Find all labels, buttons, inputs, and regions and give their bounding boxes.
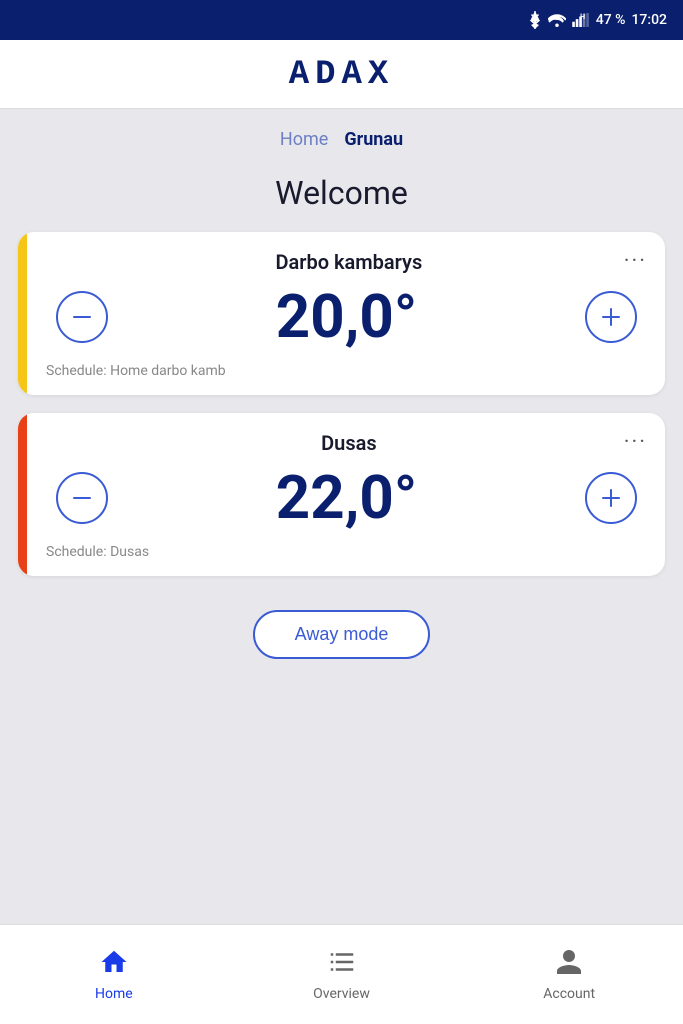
card-2-indicator xyxy=(18,413,27,576)
card-2-controls: 22,0° xyxy=(46,465,647,531)
status-icons: H 47 % 17:02 xyxy=(528,11,667,29)
nav-item-account[interactable]: Account xyxy=(455,947,683,1002)
nav-home-label: Home xyxy=(95,986,133,1002)
card-1-schedule: Schedule: Home darbo kamb xyxy=(46,363,226,379)
status-bar: H 47 % 17:02 xyxy=(0,0,683,40)
card-2-title: Dusas xyxy=(74,431,624,455)
card-2-menu[interactable]: ··· xyxy=(624,432,647,454)
bluetooth-icon xyxy=(528,11,542,29)
breadcrumb: Home Grunau xyxy=(0,109,683,160)
bottom-nav: Home Overview Account xyxy=(0,924,683,1024)
card-2-header: Dusas ··· xyxy=(46,431,647,455)
signal-icon: H xyxy=(572,13,590,27)
time-display: 17:02 xyxy=(631,12,667,28)
card-2-increase-button[interactable] xyxy=(585,472,637,524)
card-2-content: Dusas ··· 22,0° xyxy=(36,431,647,560)
account-icon xyxy=(554,947,584,982)
card-1-header: Darbo kambarys ··· xyxy=(46,250,647,274)
card-1-controls: 20,0° xyxy=(46,284,647,350)
minus-icon xyxy=(70,305,94,329)
device-card-2: Dusas ··· 22,0° xyxy=(18,413,665,576)
plus-icon xyxy=(599,486,623,510)
card-1-temperature: 20,0° xyxy=(276,284,417,350)
card-1-decrease-button[interactable] xyxy=(56,291,108,343)
card-2-schedule: Schedule: Dusas xyxy=(46,544,149,560)
away-mode-container: Away mode xyxy=(0,594,683,669)
main-content: Home Grunau Welcome Darbo kambarys ··· xyxy=(0,109,683,1024)
card-1-menu[interactable]: ··· xyxy=(624,251,647,273)
svg-text:H: H xyxy=(580,13,585,21)
device-card-1: Darbo kambarys ··· 20,0° xyxy=(18,232,665,395)
card-1-content: Darbo kambarys ··· 20,0° xyxy=(36,250,647,379)
device-cards-container: Darbo kambarys ··· 20,0° xyxy=(0,232,683,576)
welcome-title: Welcome xyxy=(0,160,683,232)
plus-icon xyxy=(599,305,623,329)
nav-account-label: Account xyxy=(543,986,595,1002)
card-1-indicator xyxy=(18,232,27,395)
battery-level: 47 % xyxy=(596,12,626,28)
minus-icon xyxy=(70,486,94,510)
home-icon xyxy=(99,947,129,982)
nav-item-overview[interactable]: Overview xyxy=(228,947,456,1002)
breadcrumb-home[interactable]: Home xyxy=(280,129,328,150)
wifi-icon xyxy=(548,13,566,27)
nav-item-home[interactable]: Home xyxy=(0,947,228,1002)
breadcrumb-current[interactable]: Grunau xyxy=(344,129,403,150)
card-1-increase-button[interactable] xyxy=(585,291,637,343)
nav-overview-label: Overview xyxy=(313,986,370,1002)
card-1-title: Darbo kambarys xyxy=(74,250,624,274)
card-2-decrease-button[interactable] xyxy=(56,472,108,524)
app-logo: ADAX xyxy=(289,56,395,94)
card-2-temperature: 22,0° xyxy=(276,465,417,531)
away-mode-button[interactable]: Away mode xyxy=(253,610,431,659)
list-icon xyxy=(327,947,357,982)
app-header: ADAX xyxy=(0,40,683,109)
